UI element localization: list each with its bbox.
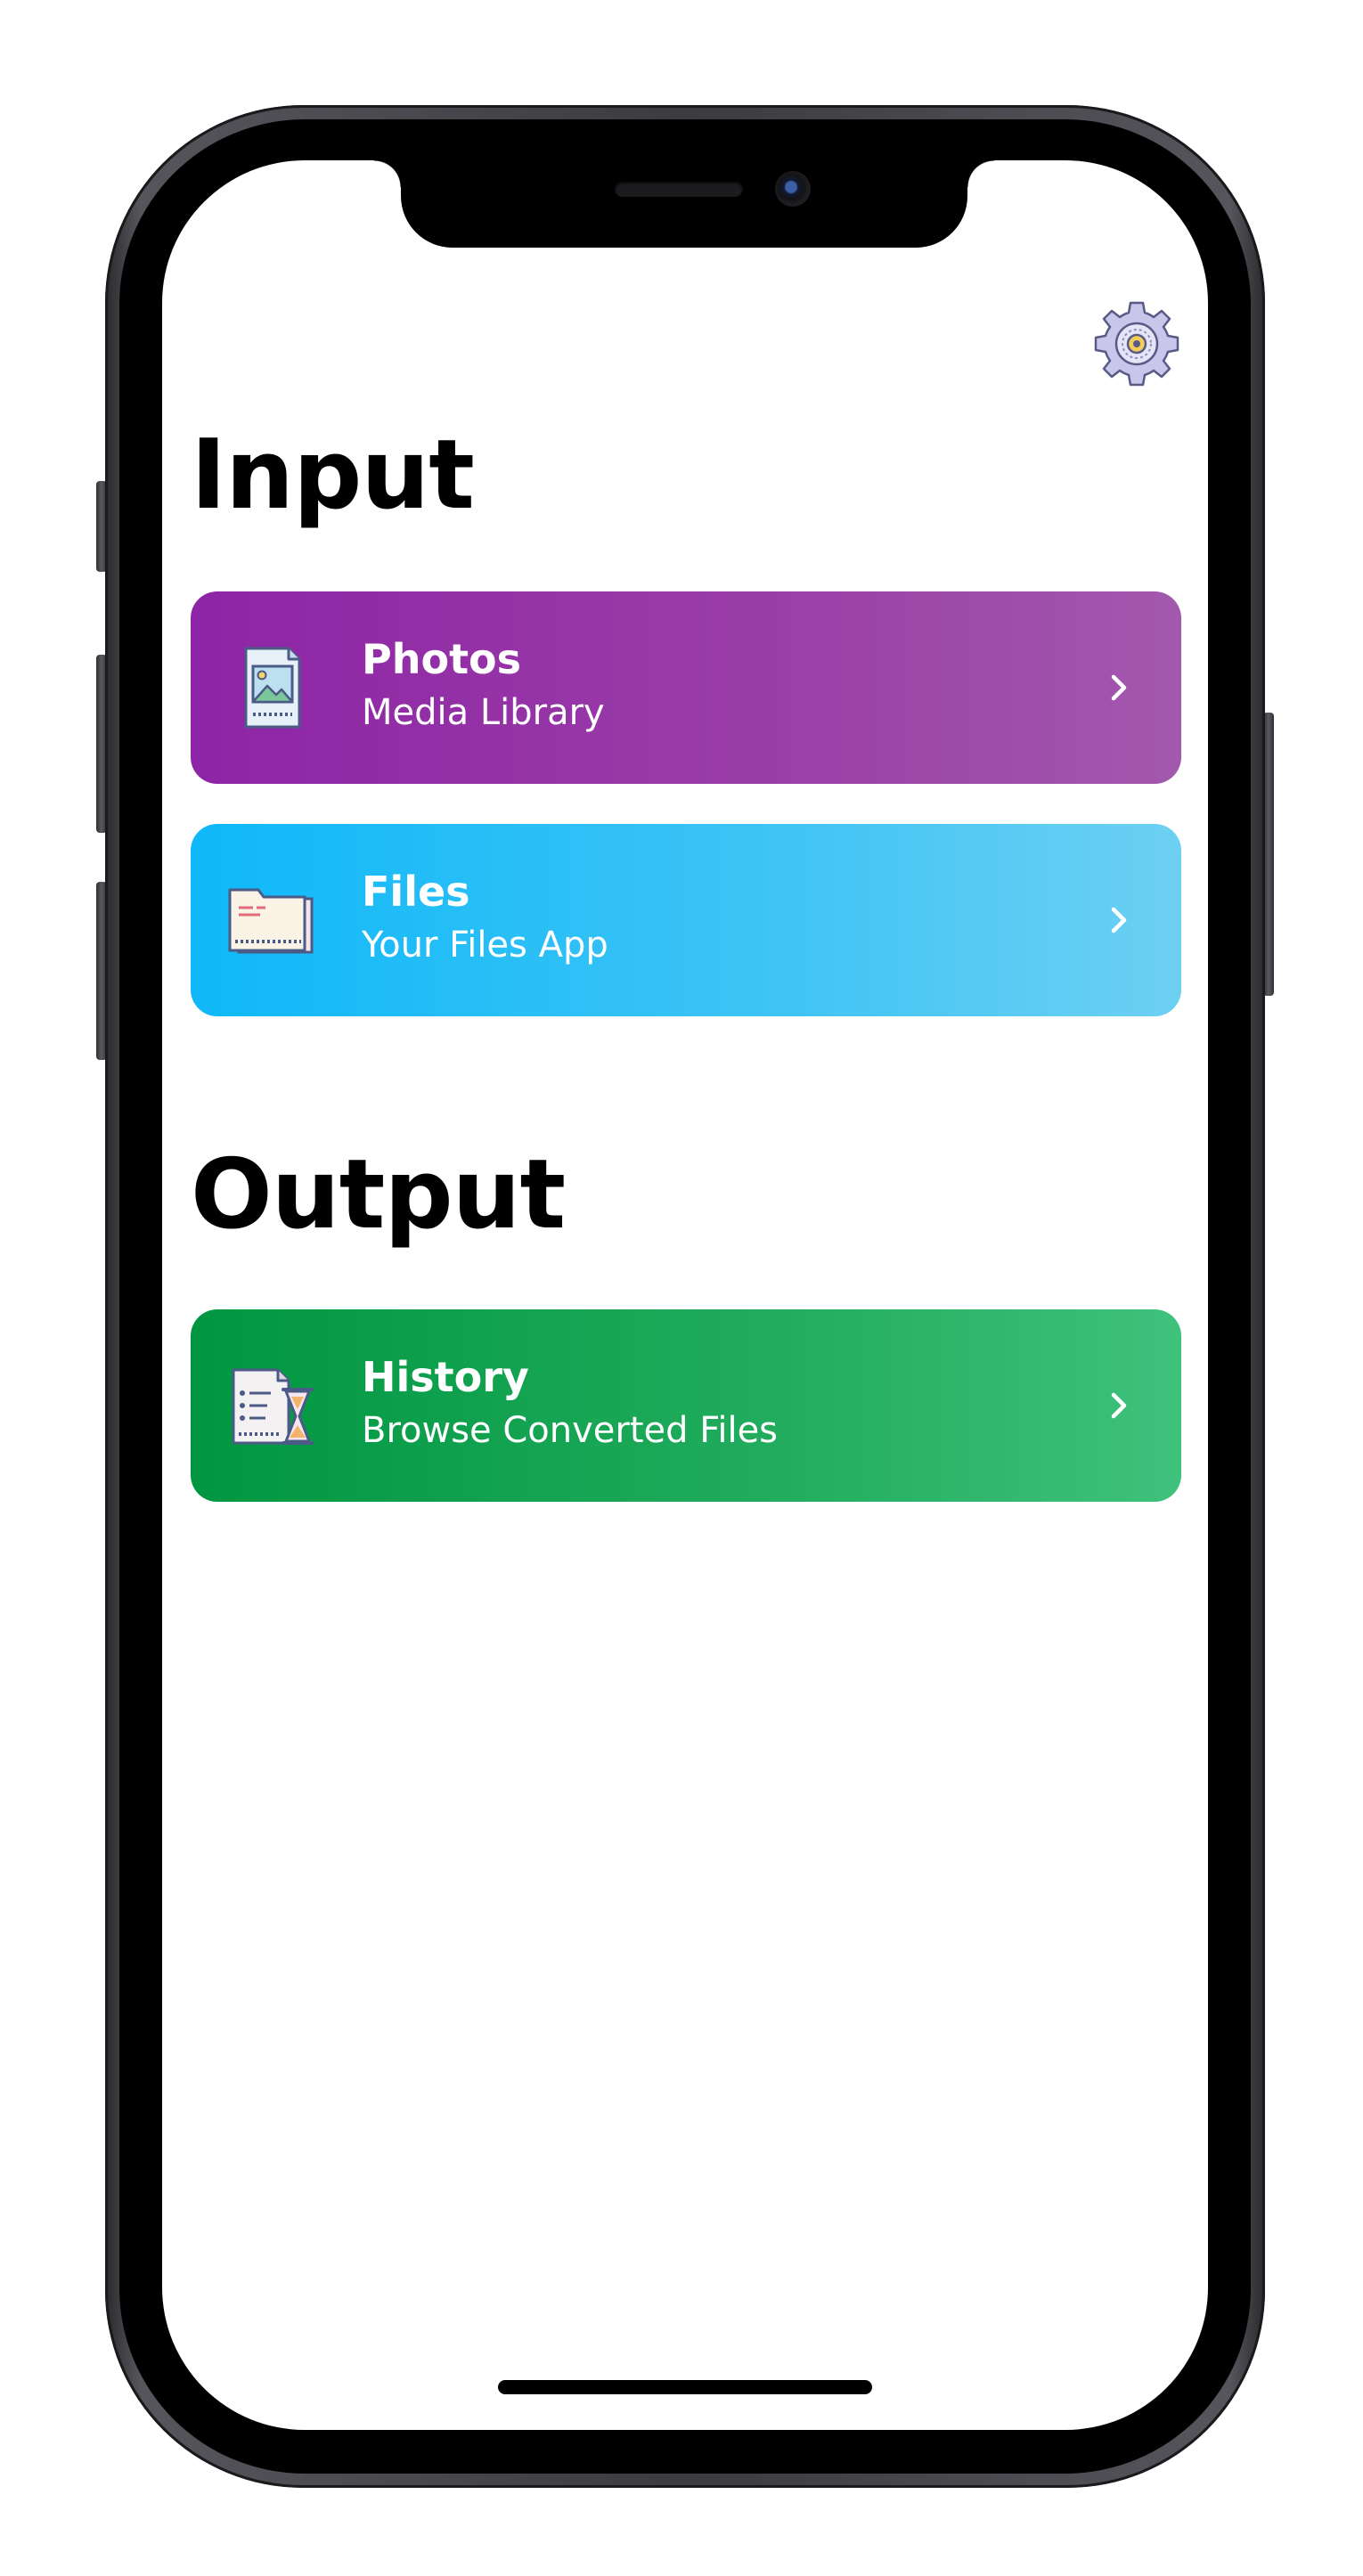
history-card-text: History Browse Converted Files: [362, 1352, 778, 1459]
front-camera: [775, 171, 811, 207]
output-section-title: Output: [191, 1139, 566, 1251]
photos-card-text: Photos Media Library: [362, 634, 605, 741]
history-card-title: History: [362, 1353, 529, 1401]
input-section-title: Input: [191, 420, 475, 531]
app-screen: Input Photos Media Library Files Your Fi…: [162, 160, 1208, 2430]
earpiece-speaker: [615, 181, 743, 197]
files-card[interactable]: Files Your Files App: [191, 824, 1181, 1016]
history-card-subtitle: Browse Converted Files: [362, 1410, 779, 1451]
chevron-right-icon: [1111, 907, 1127, 933]
photos-card-subtitle: Media Library: [362, 692, 605, 733]
files-card-subtitle: Your Files App: [362, 925, 608, 966]
files-card-title: Files: [362, 868, 470, 916]
gear-icon: [1094, 301, 1179, 387]
photos-card[interactable]: Photos Media Library: [191, 591, 1181, 784]
history-document-icon: [232, 1368, 314, 1445]
photo-document-icon: [244, 647, 301, 729]
home-indicator[interactable]: [498, 2380, 872, 2394]
chevron-right-icon: [1111, 674, 1127, 701]
chevron-right-icon: [1111, 1392, 1127, 1419]
folder-icon: [228, 888, 314, 954]
files-card-text: Files Your Files App: [362, 867, 608, 974]
notch: [374, 160, 994, 248]
settings-button[interactable]: [1092, 299, 1181, 388]
history-card[interactable]: History Browse Converted Files: [191, 1309, 1181, 1502]
photos-card-title: Photos: [362, 635, 522, 683]
